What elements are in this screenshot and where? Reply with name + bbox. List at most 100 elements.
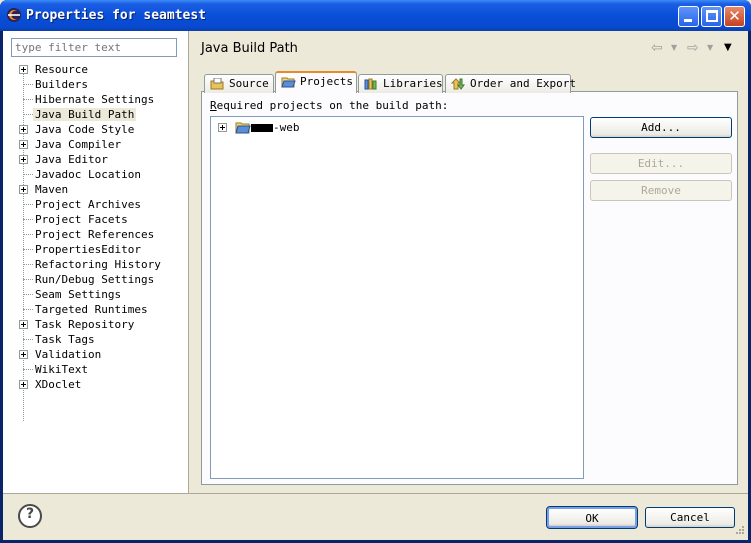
sidebar-item[interactable]: Refactoring History [3, 257, 188, 272]
tree-connector [23, 309, 33, 310]
tab-projects-label: Projects [300, 75, 353, 88]
tree-connector [23, 84, 33, 85]
forward-dropdown-icon[interactable]: ▼ [707, 43, 713, 52]
mnemonic-char: R [210, 99, 217, 112]
close-button[interactable]: ✕ [724, 6, 745, 27]
sidebar-item[interactable]: WikiText [3, 362, 188, 377]
sidebar-item-label: Task Tags [35, 333, 95, 346]
sidebar-item[interactable]: Java Code Style [3, 122, 188, 137]
back-arrow-icon[interactable]: ⇦ [651, 40, 663, 56]
sidebar-item-label: Project Facets [35, 213, 128, 226]
maximize-icon [706, 10, 718, 22]
sidebar-item[interactable]: Seam Settings [3, 287, 188, 302]
required-projects-list[interactable]: -web [210, 116, 584, 479]
tab-libraries[interactable]: Libraries [358, 74, 443, 93]
sidebar-item-label: XDoclet [35, 378, 82, 391]
history-navigation: ⇦ ▼ ⇨ ▼ ▼ [651, 40, 741, 57]
ok-button[interactable]: OK [546, 506, 638, 529]
maximize-button[interactable] [701, 6, 722, 27]
sidebar-item-label: Refactoring History [35, 258, 161, 271]
dialog-client-area: Resource Builders Hibernate Settings Java B… [3, 31, 748, 540]
sidebar-item[interactable]: Java Build Path [3, 107, 188, 122]
tab-source[interactable]: Source [204, 74, 274, 93]
sidebar-item-label: Maven [35, 183, 69, 196]
tree-connector [23, 339, 33, 340]
sidebar-item[interactable]: Task Tags [3, 332, 188, 347]
sidebar-item-label: Java Editor [35, 153, 108, 166]
project-name: -web [273, 121, 300, 134]
sidebar-item-label: Java Compiler [35, 138, 122, 151]
tab-libraries-label: Libraries [383, 77, 443, 90]
sidebar-item[interactable]: Builders [3, 77, 188, 92]
left-pane: Resource Builders Hibernate Settings Java B… [3, 31, 188, 493]
sidebar-item-label: PropertiesEditor [35, 243, 141, 256]
edit-button[interactable]: Edit... [590, 153, 732, 174]
filter-input[interactable] [11, 38, 177, 57]
expand-icon[interactable] [19, 320, 28, 329]
footer-divider [3, 493, 748, 494]
tree-connector [23, 99, 33, 100]
minimize-button[interactable] [678, 6, 699, 27]
tree-connector [23, 249, 33, 250]
forward-arrow-icon[interactable]: ⇨ [687, 40, 699, 56]
page-title: Java Build Path [201, 41, 298, 56]
tree-connector [23, 369, 33, 370]
tree-connector [23, 264, 33, 265]
tree-connector [23, 234, 33, 235]
tab-projects[interactable]: Projects [275, 71, 357, 93]
properties-window: Properties for seamtest ✕ Resource Builde… [0, 0, 751, 543]
expand-icon[interactable] [19, 140, 28, 149]
pane-splitter[interactable] [188, 31, 189, 493]
expand-icon[interactable] [19, 350, 28, 359]
tab-source-label: Source [229, 77, 269, 90]
sidebar-item[interactable]: Targeted Runtimes [3, 302, 188, 317]
sidebar-item-label: Javadoc Location [35, 168, 141, 181]
cancel-button[interactable]: Cancel [645, 507, 735, 528]
back-dropdown-icon[interactable]: ▼ [671, 43, 677, 52]
sidebar-item[interactable]: Maven [3, 182, 188, 197]
sidebar-item[interactable]: Run/Debug Settings [3, 272, 188, 287]
sidebar-item-label: Seam Settings [35, 288, 122, 301]
project-folder-icon [281, 77, 296, 88]
sidebar-item[interactable]: Java Compiler [3, 137, 188, 152]
sidebar-item[interactable]: Hibernate Settings [3, 92, 188, 107]
close-icon: ✕ [728, 7, 741, 25]
sidebar-item[interactable]: Task Repository [3, 317, 188, 332]
sidebar-item[interactable]: Javadoc Location [3, 167, 188, 182]
required-projects-label: Required projects on the build path: [210, 99, 448, 112]
tree-connector [23, 204, 33, 205]
window-title: Properties for seamtest [26, 8, 207, 23]
expand-icon[interactable] [19, 65, 28, 74]
sidebar-item[interactable]: Project Archives [3, 197, 188, 212]
expand-icon[interactable] [19, 380, 28, 389]
view-menu-icon[interactable]: ▼ [724, 42, 732, 53]
tree-connector [23, 279, 33, 280]
sidebar-item[interactable]: XDoclet [3, 377, 188, 392]
tab-order-and-export[interactable]: Order and Export [445, 74, 576, 93]
remove-button[interactable]: Remove [590, 180, 732, 201]
help-icon[interactable]: ? [18, 504, 42, 528]
minimize-icon [684, 19, 692, 22]
sidebar-item-label: Builders [35, 78, 88, 91]
sidebar-item[interactable]: Java Editor [3, 152, 188, 167]
add-button[interactable]: Add... [590, 117, 732, 138]
sidebar-item-label: Project Archives [35, 198, 141, 211]
resize-grip-icon[interactable] [733, 525, 745, 537]
sidebar-item[interactable]: Resource [3, 62, 188, 77]
expand-icon[interactable] [19, 155, 28, 164]
redacted-text [251, 124, 273, 132]
expand-icon[interactable] [19, 185, 28, 194]
sidebar-item[interactable]: Project Facets [3, 212, 188, 227]
sidebar-item[interactable]: PropertiesEditor [3, 242, 188, 257]
source-folder-icon [210, 78, 224, 90]
expand-icon[interactable] [19, 125, 28, 134]
expand-icon[interactable] [218, 123, 227, 132]
sidebar-item[interactable]: Project References [3, 227, 188, 242]
tree-connector [23, 219, 33, 220]
title-bar[interactable]: Properties for seamtest ✕ [0, 0, 751, 31]
sidebar-item-label: Project References [35, 228, 155, 241]
tab-order-label: Order and Export [470, 77, 576, 90]
eclipse-icon [7, 8, 21, 22]
sidebar-item[interactable]: Validation [3, 347, 188, 362]
sidebar-item-label: Hibernate Settings [35, 93, 155, 106]
